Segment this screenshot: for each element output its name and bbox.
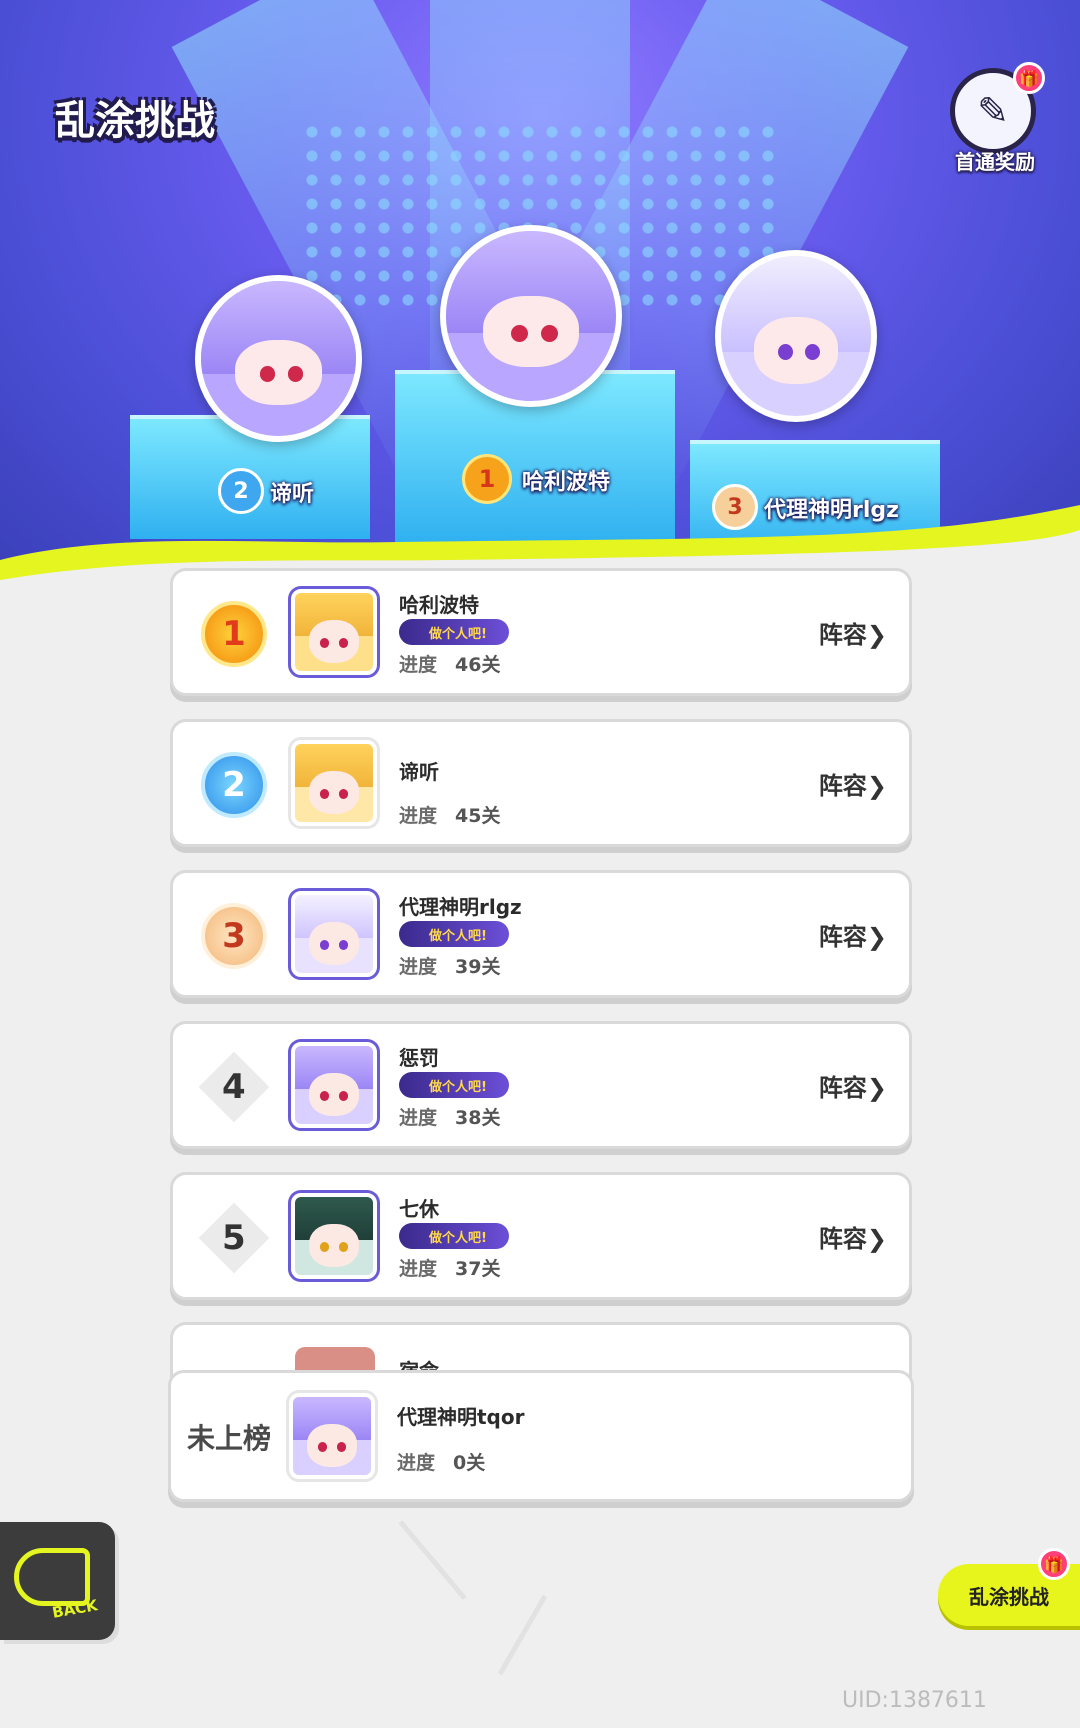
background-scribble: [398, 1520, 467, 1600]
title-tag: 做个人吧!: [399, 1072, 509, 1098]
rank-medal-3: 3: [195, 897, 273, 975]
podium-name-first: 哈利波特: [522, 470, 611, 495]
gift-icon: 🎁: [1013, 62, 1045, 94]
progress-text: 进度 45关: [399, 805, 501, 827]
rank-medal-1: 1: [195, 595, 273, 673]
progress-text: 进度 38关: [399, 1107, 501, 1129]
stage-banner: 2 谛听 1 哈利波特 3 代理神明rlgz: [0, 0, 1080, 580]
progress-text: 进度 39关: [399, 956, 501, 978]
reward-label: 首通奖励: [955, 150, 1035, 174]
leaderboard-row: 2 谛听 进度 45关 阵容❯: [170, 719, 912, 847]
player-avatar: [291, 1042, 377, 1128]
podium-character-first: [440, 225, 622, 407]
rank-diamond-4: 4: [195, 1048, 273, 1126]
my-avatar: [289, 1393, 375, 1479]
title-tag: 做个人吧!: [399, 1223, 509, 1249]
page-title: 乱涂挑战: [55, 98, 215, 144]
chevron-right-icon: ❯: [866, 1074, 887, 1102]
progress-text: 进度 46关: [399, 654, 501, 676]
player-name: 谛听: [399, 760, 439, 784]
leaderboard-row: 4 惩罚 做个人吧! 进度 38关 阵容❯: [170, 1021, 912, 1149]
podium-character-third: [715, 250, 877, 422]
lineup-button[interactable]: 阵容❯: [819, 766, 887, 801]
player-avatar: [291, 891, 377, 977]
uid-text: UID:1387611: [842, 1688, 987, 1713]
back-arrow-icon: [14, 1548, 90, 1606]
challenge-button-label: 乱涂挑战: [969, 1584, 1049, 1609]
lineup-button[interactable]: 阵容❯: [819, 1219, 887, 1254]
my-rank-card: 未上榜 代理神明tqor 进度 0关: [168, 1370, 914, 1502]
rank-medal-2: 2: [195, 746, 273, 824]
background-scribble: [497, 1594, 548, 1676]
player-name: 惩罚: [399, 1046, 439, 1070]
progress-text: 进度 37关: [399, 1258, 501, 1280]
chevron-right-icon: ❯: [866, 923, 887, 951]
gift-icon: 🎁: [1038, 1548, 1070, 1580]
leaderboard-row: 5 七休 做个人吧! 进度 37关 阵容❯: [170, 1172, 912, 1300]
leaderboard-row: 3 代理神明rlgz 做个人吧! 进度 39关 阵容❯: [170, 870, 912, 998]
chevron-right-icon: ❯: [866, 621, 887, 649]
player-avatar: [291, 740, 377, 826]
title-tag: 做个人吧!: [399, 619, 509, 645]
my-progress: 进度 0关: [397, 1452, 486, 1474]
rank-badge-first: 1: [462, 454, 512, 504]
title-tag: 做个人吧!: [399, 921, 509, 947]
podium-character-second: [195, 275, 362, 442]
rank-diamond-5: 5: [195, 1199, 273, 1277]
player-name: 七休: [399, 1197, 439, 1221]
leaderboard-row: 1 哈利波特 做个人吧! 进度 46关 阵容❯: [170, 568, 912, 696]
player-name: 哈利波特: [399, 593, 479, 617]
lineup-button[interactable]: 阵容❯: [819, 1068, 887, 1103]
chevron-right-icon: ❯: [866, 1225, 887, 1253]
lineup-button[interactable]: 阵容❯: [819, 917, 887, 952]
player-avatar: [291, 589, 377, 675]
player-avatar: [291, 1193, 377, 1279]
back-button[interactable]: BACK: [0, 1522, 115, 1640]
chevron-right-icon: ❯: [866, 772, 887, 800]
player-name: 代理神明rlgz: [399, 895, 522, 919]
my-name: 代理神明tqor: [397, 1405, 525, 1429]
unranked-label: 未上榜: [187, 1422, 272, 1455]
lineup-button[interactable]: 阵容❯: [819, 615, 887, 650]
first-clear-reward-button[interactable]: ✎ 🎁 首通奖励: [945, 62, 1045, 178]
